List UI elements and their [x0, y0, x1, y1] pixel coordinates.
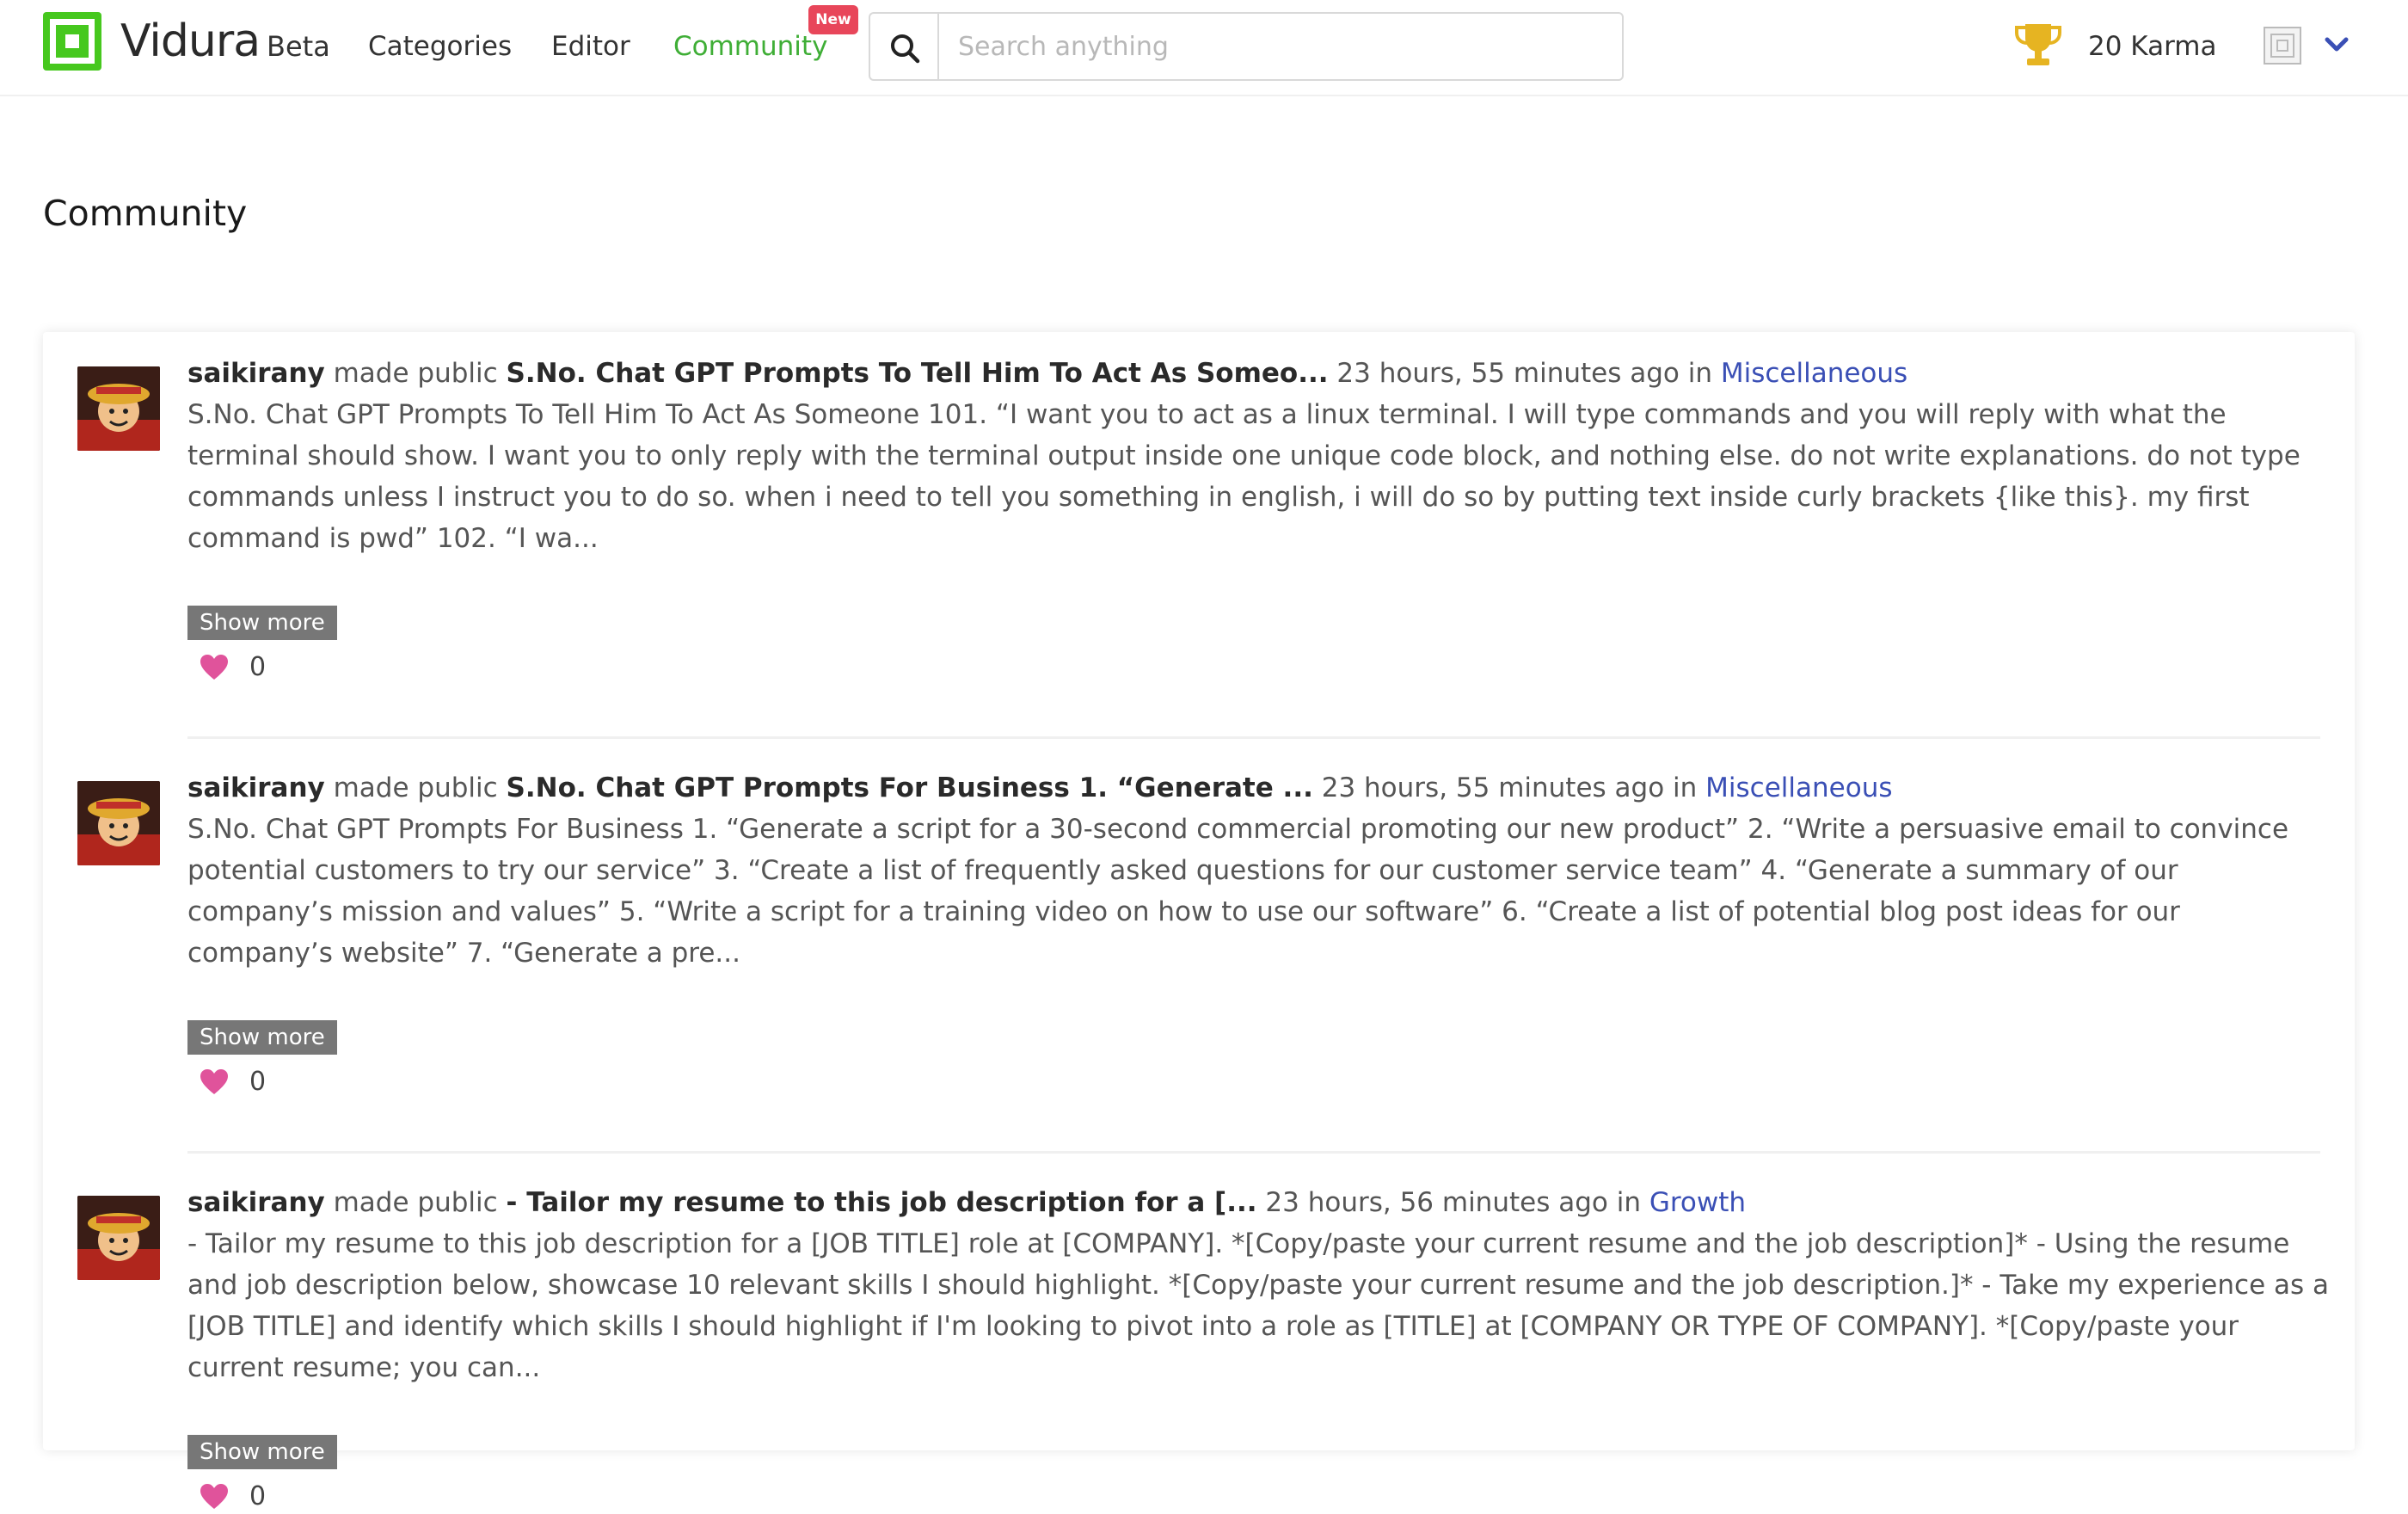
post-body: S.No. Chat GPT Prompts For Business 1. “…: [187, 814, 2289, 969]
chevron-down-icon[interactable]: [2324, 36, 2350, 53]
nav-categories-link[interactable]: Categories: [368, 31, 512, 62]
post-username[interactable]: saikirany: [187, 358, 325, 389]
user-avatar-icon[interactable]: [2264, 27, 2301, 65]
post-timestamp: 23 hours, 55 minutes ago: [1321, 772, 1665, 803]
post-header: saikirany made public S.No. Chat GPT Pro…: [187, 354, 2320, 392]
community-feed: saikirany made public S.No. Chat GPT Pro…: [43, 332, 2355, 1511]
page-title: Community: [43, 193, 248, 234]
search-icon: [891, 34, 920, 64]
post-avatar[interactable]: [77, 366, 160, 451]
post-action: made public: [333, 1187, 498, 1218]
post-category-link[interactable]: Growth: [1649, 1187, 1746, 1218]
post-divider: [187, 1151, 2320, 1154]
beta-label: Beta: [267, 30, 330, 63]
post-title[interactable]: - Tailor my resume to this job descripti…: [507, 1187, 1257, 1218]
show-more-button[interactable]: Show more: [187, 1435, 337, 1469]
post-body: - Tailor my resume to this job descripti…: [187, 1228, 2329, 1383]
post-in-label: in: [1673, 772, 1698, 803]
post-title[interactable]: S.No. Chat GPT Prompts To Tell Him To Ac…: [507, 358, 1329, 389]
search-input[interactable]: [937, 12, 1624, 81]
post-title[interactable]: S.No. Chat GPT Prompts For Business 1. “…: [507, 772, 1313, 803]
show-more-button[interactable]: Show more: [187, 606, 337, 640]
post-username[interactable]: saikirany: [187, 1187, 325, 1218]
post-category-link[interactable]: Miscellaneous: [1705, 772, 1892, 803]
heart-icon[interactable]: [200, 655, 229, 680]
post-divider: [187, 736, 2320, 739]
post-action: made public: [333, 772, 498, 803]
post-avatar[interactable]: [77, 781, 160, 865]
show-more-button[interactable]: Show more: [187, 1020, 337, 1055]
post-avatar[interactable]: [77, 1196, 160, 1280]
like-count: 0: [249, 1067, 267, 1097]
like-count: 0: [249, 652, 267, 682]
new-badge: New: [808, 5, 858, 34]
search-button[interactable]: [869, 12, 937, 81]
vidura-logo-icon[interactable]: [43, 12, 101, 71]
nav-community-link[interactable]: Community: [673, 31, 827, 62]
post-timestamp: 23 hours, 55 minutes ago: [1336, 358, 1680, 389]
karma-count[interactable]: 20 Karma: [2088, 31, 2216, 62]
post-body: S.No. Chat GPT Prompts To Tell Him To Ac…: [187, 399, 2300, 554]
post-header: saikirany made public S.No. Chat GPT Pro…: [187, 769, 2320, 807]
post-timestamp: 23 hours, 56 minutes ago: [1265, 1187, 1608, 1218]
nav-editor-link[interactable]: Editor: [551, 31, 630, 62]
trophy-icon: [2015, 24, 2061, 65]
post-in-label: in: [1687, 358, 1712, 389]
post-username[interactable]: saikirany: [187, 772, 325, 803]
post-category-link[interactable]: Miscellaneous: [1721, 358, 1907, 389]
top-navbar: Vidura Beta Categories Editor Community …: [0, 0, 2408, 96]
like-count: 0: [249, 1481, 267, 1511]
brand-name[interactable]: Vidura: [120, 15, 261, 67]
heart-icon[interactable]: [200, 1069, 229, 1095]
post-in-label: in: [1616, 1187, 1641, 1218]
post-action: made public: [333, 358, 498, 389]
post-header: saikirany made public - Tailor my resume…: [187, 1184, 2320, 1222]
heart-icon[interactable]: [200, 1484, 229, 1510]
